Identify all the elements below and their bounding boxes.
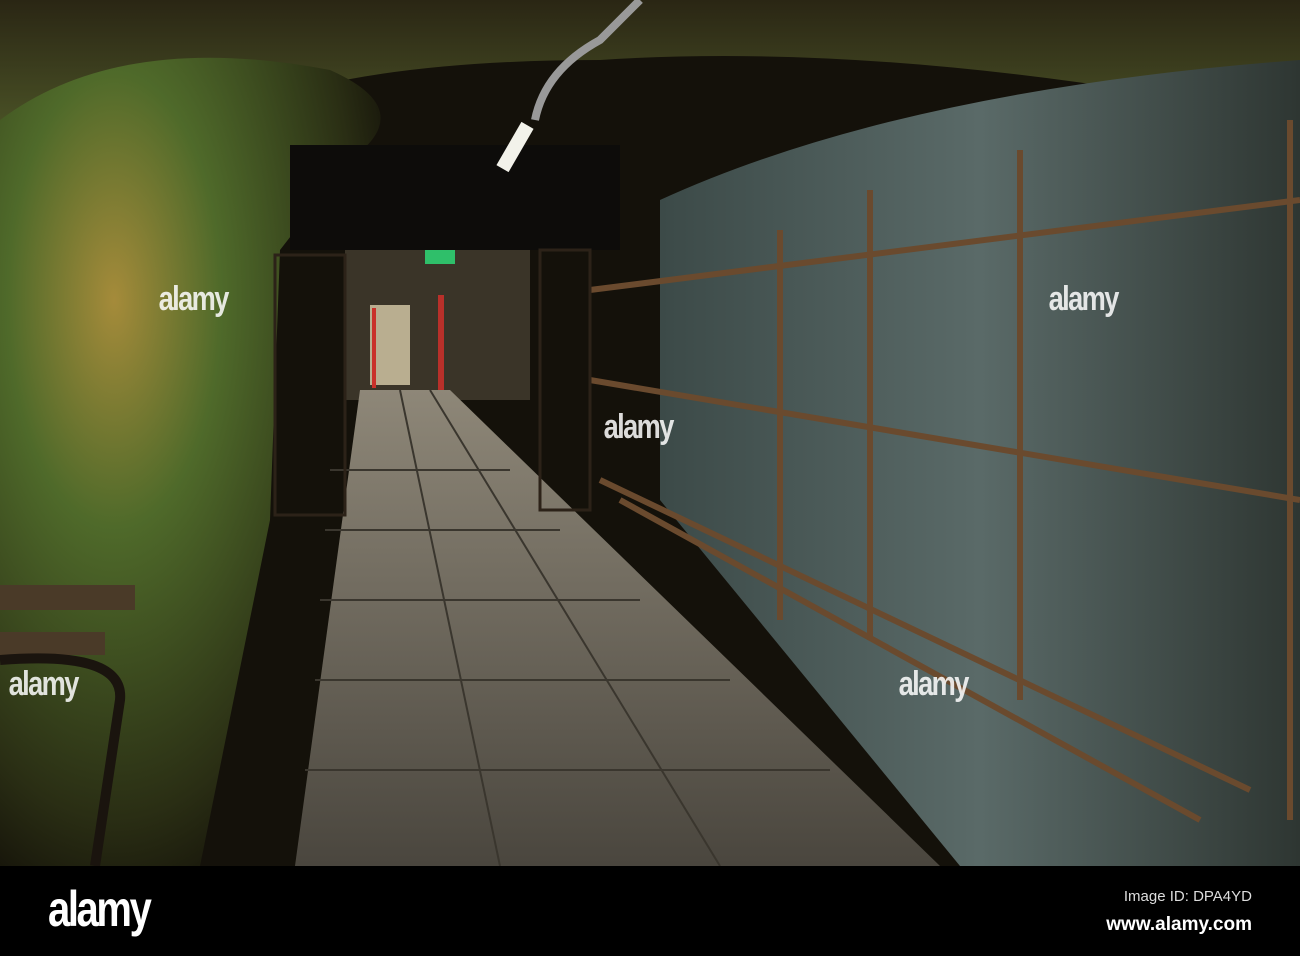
watermark: alamy <box>603 408 675 446</box>
website-link[interactable]: www.alamy.com <box>1106 914 1252 936</box>
image-id: Image ID: DPA4YD <box>1123 888 1252 905</box>
brand-logo: alamy <box>48 881 152 937</box>
exit-sign <box>425 250 455 264</box>
doorway-frame <box>290 145 620 250</box>
stock-photo: alamy alamy alamy alamy alamy alamy Imag… <box>0 0 1300 956</box>
watermark: alamy <box>158 280 230 318</box>
watermark: alamy <box>1048 280 1120 318</box>
footer-bar: alamy Image ID: DPA4YD www.alamy.com <box>0 866 1300 956</box>
watermark: alamy <box>898 665 970 703</box>
watermark: alamy <box>8 665 80 703</box>
